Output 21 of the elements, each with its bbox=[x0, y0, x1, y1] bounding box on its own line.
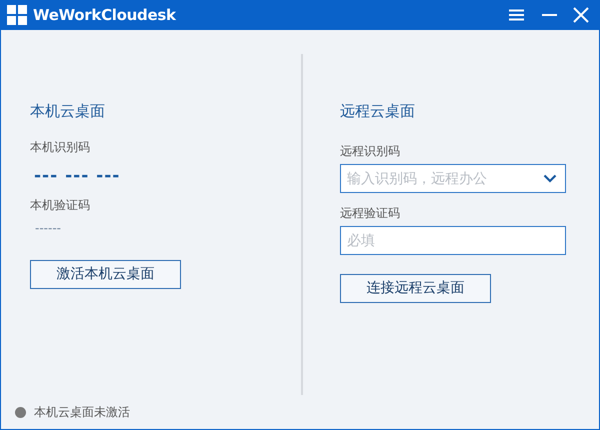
remote-id-dropdown[interactable]: 输入识别码，远程办公 bbox=[340, 164, 566, 193]
menu-icon bbox=[509, 9, 524, 21]
field-label: 远程验证码 bbox=[340, 205, 401, 221]
field-label: 远程识别码 bbox=[340, 143, 401, 159]
section-heading: 远程云桌面 bbox=[340, 101, 416, 121]
close-icon bbox=[573, 7, 589, 23]
field-label: 本机验证码 bbox=[30, 197, 91, 213]
section-heading: 本机云桌面 bbox=[30, 101, 106, 121]
verification-code-value: ------ bbox=[35, 221, 61, 235]
menu-button[interactable] bbox=[509, 9, 524, 21]
minimize-icon bbox=[542, 14, 557, 16]
window-title: WeWorkCloudesk bbox=[33, 4, 176, 26]
machine-id-value: --- --- --- bbox=[34, 165, 120, 187]
field-label: 本机识别码 bbox=[30, 139, 91, 155]
status-text: 本机云桌面未激活 bbox=[34, 404, 130, 421]
app-logo-icon bbox=[7, 5, 27, 25]
chevron-down-icon[interactable] bbox=[543, 174, 557, 183]
close-button[interactable] bbox=[573, 7, 589, 23]
verification-code-field[interactable]: 必填 bbox=[340, 226, 566, 255]
activate-button[interactable]: 激活本机云桌面 bbox=[30, 260, 181, 289]
connect-button[interactable]: 连接远程云桌面 bbox=[340, 274, 491, 303]
